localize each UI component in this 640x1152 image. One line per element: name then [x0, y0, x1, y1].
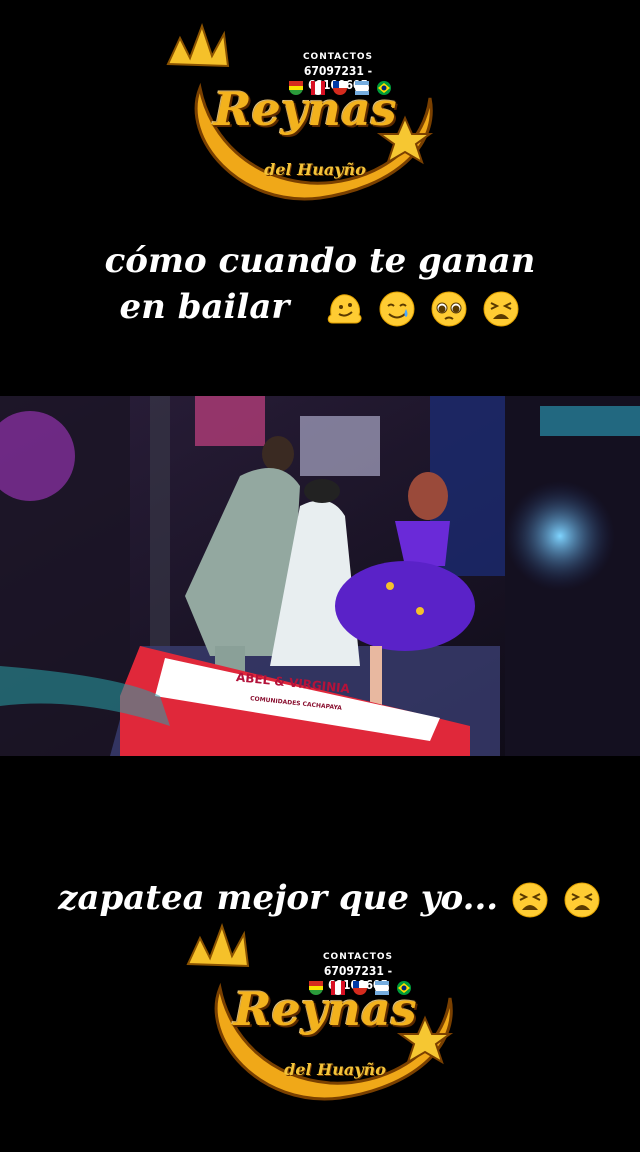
video-frame[interactable]: ABEL & VIRGINIA COMUNIDADES CACHAPAYA: [0, 396, 640, 756]
contacts-label: CONTACTOS: [302, 52, 374, 62]
caption-top-line1: cómo cuando te ganan: [104, 241, 536, 281]
smiling-face-with-tear-emoji-icon: [379, 291, 415, 327]
logo-top: CONTACTOS 67097231 - 68100605 Reynas del…: [160, 18, 460, 218]
caption-bottom: zapatea mejor que yo...: [30, 875, 630, 921]
caption-top: cómo cuando te ganan en bailar: [0, 238, 640, 330]
brand-subtitle: del Huayño: [264, 160, 366, 179]
brand-name: Reynas: [233, 982, 417, 1036]
tired-face-emoji-icon: [512, 882, 548, 918]
pleading-face-emoji-icon: [431, 291, 467, 327]
brand-name: Reynas: [213, 82, 397, 136]
brand-subtitle: del Huayño: [284, 1060, 386, 1079]
caption-top-line2: en bailar: [119, 287, 290, 327]
caption-bottom-text: zapatea mejor que yo...: [58, 878, 499, 918]
logo-bottom: CONTACTOS 67097231 - 68100605 Reynas del…: [180, 918, 480, 1118]
contacts-label: CONTACTOS: [322, 952, 394, 962]
melting-face-emoji-icon: [327, 294, 362, 324]
tired-face-emoji-icon: [483, 291, 518, 327]
caption-top-line2-wrap: en bailar: [0, 284, 640, 330]
tired-face-emoji-icon: [564, 882, 600, 918]
